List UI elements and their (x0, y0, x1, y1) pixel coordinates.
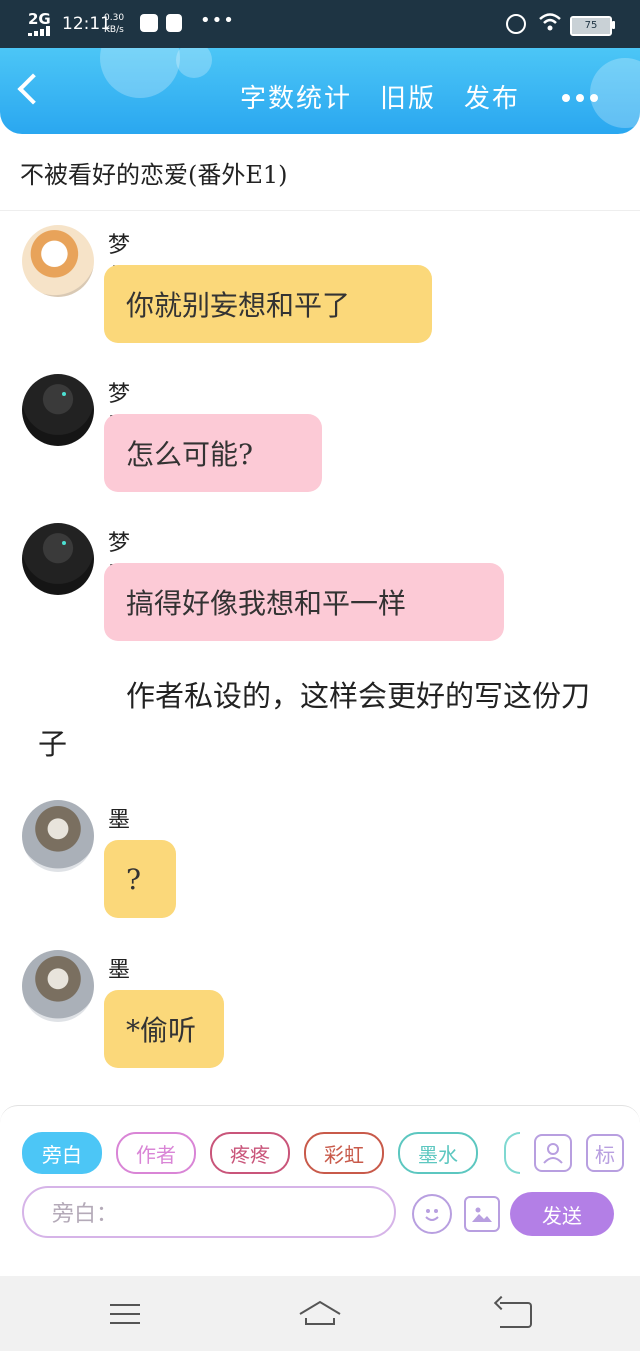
send-button[interactable]: 发送 (510, 1192, 614, 1236)
role-chip-narrator[interactable]: 旁白 (22, 1132, 102, 1174)
word-count-button[interactable]: 字数统计 (240, 78, 352, 115)
system-nav-bar (0, 1276, 640, 1351)
status-bar: 2G 12:11 0.30 KB/s ••• 75 (0, 0, 640, 50)
speed-unit: KB/s (104, 25, 124, 35)
decor-bubble (176, 48, 212, 78)
message-bubble[interactable]: 搞得好像我想和平一样 (104, 563, 504, 641)
story-title[interactable]: 不被看好的恋爱(番外E1) (20, 155, 288, 190)
home-icon[interactable] (298, 1300, 342, 1326)
role-chip-tengteng[interactable]: 疼疼 (210, 1132, 290, 1174)
avatar[interactable] (22, 523, 94, 595)
image-icon[interactable] (464, 1196, 500, 1232)
network-speed: 0.30 KB/s (104, 12, 124, 36)
back-icon[interactable] (500, 1302, 532, 1328)
avatar[interactable] (22, 225, 94, 297)
composer-panel: 旁白 作者 疼疼 彩虹 墨水 标 旁白： 发送 (0, 1105, 640, 1276)
notification-icon (140, 14, 158, 32)
narration-text[interactable]: 作者私设的，这样会更好的写这份刀子 (38, 672, 618, 768)
battery-icon: 75 (570, 16, 612, 36)
message-input[interactable]: 旁白： (22, 1186, 396, 1238)
more-icon[interactable] (562, 94, 598, 102)
role-chip-ink[interactable]: 墨水 (398, 1132, 478, 1174)
battery-level: 75 (572, 18, 610, 34)
person-card-icon[interactable] (534, 1134, 572, 1172)
smiley-icon[interactable] (412, 1194, 452, 1234)
avatar[interactable] (22, 800, 94, 872)
more-notifications-icon: ••• (200, 10, 235, 31)
message-bubble[interactable]: *偷听 (104, 990, 224, 1068)
message-bubble[interactable]: 怎么可能? (104, 414, 322, 492)
header-bar: 字数统计 旧版 发布 (0, 48, 640, 134)
menu-icon[interactable] (110, 1304, 140, 1324)
role-chips: 旁白 作者 疼疼 彩虹 墨水 (22, 1132, 478, 1174)
back-icon[interactable] (17, 73, 49, 105)
avatar[interactable] (22, 374, 94, 446)
role-chip-rainbow[interactable]: 彩虹 (304, 1132, 384, 1174)
speed-value: 0.30 (104, 13, 125, 23)
publish-button[interactable]: 发布 (464, 78, 520, 115)
avatar[interactable] (22, 950, 94, 1022)
decor-bubble (590, 58, 640, 128)
decor-bubble (100, 48, 180, 98)
wifi-icon (538, 12, 562, 36)
signal-icon (28, 26, 50, 36)
battery-tip (612, 21, 615, 29)
message-bubble[interactable]: 你就别妄想和平了 (104, 265, 432, 343)
role-chip-author[interactable]: 作者 (116, 1132, 196, 1174)
header-actions: 字数统计 旧版 发布 (240, 78, 520, 115)
message-bubble[interactable]: ? (104, 840, 176, 918)
divider (0, 210, 640, 211)
alarm-icon (506, 14, 526, 34)
tag-button[interactable]: 标 (586, 1134, 624, 1172)
role-chip-overflow[interactable] (504, 1132, 520, 1174)
old-version-button[interactable]: 旧版 (380, 78, 436, 115)
notification-icon (166, 14, 182, 32)
